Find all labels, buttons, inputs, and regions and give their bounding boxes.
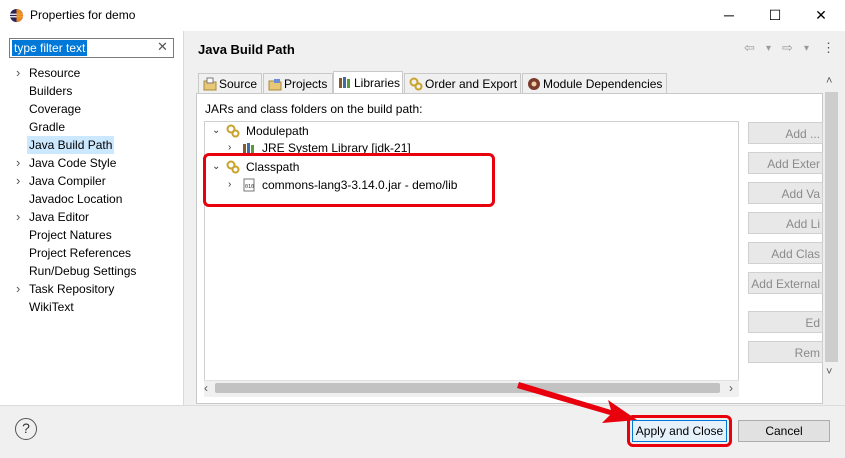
close-button[interactable]: ✕ [798,0,844,31]
libraries-icon [339,77,350,88]
nav-item[interactable]: Project Natures [0,226,182,244]
scroll-down-icon[interactable]: ˅ [826,366,832,378]
tree-row-modulepath[interactable]: ⌄ Modulepath [204,122,739,140]
module-icon [528,78,540,90]
nav-item-label: Task Repository [29,282,115,296]
back-arrow-icon[interactable]: ⇦ [744,40,755,56]
nav-item-label: Java Editor [29,210,90,224]
horizontal-scroll-thumb[interactable] [215,383,720,393]
nav-item[interactable]: Gradle [0,118,182,136]
source-folder-icon [203,77,217,91]
nav-item-label: Builders [29,84,73,98]
tab-projects-label: Projects [284,77,328,91]
nav-item-label: Run/Debug Settings [29,264,137,278]
build-path-description: JARs and class folders on the build path… [205,102,423,116]
add-external-jars-button[interactable]: Add Exter [748,152,823,174]
page-title: Java Build Path [198,42,295,57]
help-icon[interactable]: ? [15,418,37,440]
tab-module-dependencies-label: Module Dependencies [543,77,663,91]
nav-item[interactable]: Project References [0,244,182,262]
nav-item-label: Project References [29,246,132,260]
add-class-folder-button[interactable]: Add Clas [748,242,823,264]
tab-projects[interactable]: Projects [263,73,333,93]
nav-item[interactable]: Run/Debug Settings [0,262,182,280]
cancel-button[interactable]: Cancel [738,420,830,442]
back-dropdown-icon[interactable]: ▾ [766,43,771,54]
clear-filter-icon[interactable]: ✕ [157,39,168,55]
tab-libraries-label: Libraries [354,76,401,90]
nav-item-label: Java Code Style [29,156,117,170]
nav-item[interactable]: › Java Compiler [0,172,182,190]
nav-item[interactable]: WikiText [0,298,182,316]
nav-item-label: Gradle [29,120,66,134]
nav-item[interactable]: › Task Repository [0,280,182,298]
nav-item[interactable]: Javadoc Location [0,190,182,208]
nav-item-label: Project Natures [29,228,112,242]
add-variable-button[interactable]: Add Va [748,182,823,204]
expand-chevron-icon[interactable]: › [16,154,20,172]
classpath-highlight-box [203,153,495,207]
nav-item-label: Java Build Path [27,136,115,154]
forward-dropdown-icon[interactable]: ▾ [804,43,809,54]
minimize-button[interactable]: ─ [706,0,752,31]
add-external-class-folder-button[interactable]: Add External [748,272,823,294]
window-title: Properties for demo [30,8,136,22]
nav-item-label: WikiText [29,300,74,314]
scroll-left-icon[interactable]: ‹ [204,381,208,395]
collapse-chevron-icon[interactable]: ⌄ [212,122,220,140]
expand-chevron-icon[interactable]: › [16,64,20,82]
forward-arrow-icon[interactable]: ⇨ [782,40,793,56]
apply-and-close-highlight-box [627,415,732,447]
nav-item[interactable]: › Java Code Style [0,154,182,172]
filter-input-text[interactable]: type filter text [12,40,88,56]
expand-chevron-icon[interactable]: › [16,280,20,298]
nav-item[interactable]: › Resource [0,64,182,82]
vertical-scroll-thumb[interactable] [825,92,838,362]
order-export-icon [409,77,423,91]
tab-source-label: Source [219,77,258,91]
red-arrow-annotation [517,382,637,423]
maximize-button[interactable]: ☐ [752,0,798,31]
nav-item[interactable]: › Java Editor [0,208,182,226]
nav-item-label: Java Compiler [29,174,106,188]
nav-item[interactable]: Builders [0,82,182,100]
expand-chevron-icon[interactable]: › [16,172,20,190]
modulepath-label: Modulepath [246,124,309,138]
add-jars-button[interactable]: Add ... [748,122,823,144]
tab-module-dependencies[interactable]: Module Dependencies [522,73,667,93]
projects-folder-icon [268,79,282,91]
tab-order-and-export[interactable]: Order and Export [404,73,521,93]
tab-libraries[interactable]: Libraries [333,71,403,94]
eclipse-app-icon [9,8,24,23]
nav-item[interactable]: Java Build Path [0,136,182,154]
nav-item-label: Coverage [29,102,82,116]
expand-chevron-icon[interactable]: › [16,208,20,226]
scroll-right-icon[interactable]: › [729,381,733,395]
view-menu-icon[interactable]: ⋮ [822,40,835,56]
tab-order-and-export-label: Order and Export [425,77,518,91]
tab-source[interactable]: Source [198,73,262,93]
scroll-up-icon[interactable]: ˄ [826,75,832,87]
edit-button[interactable]: Ed [748,311,823,333]
classpath-container-icon [226,124,240,138]
add-library-button[interactable]: Add Li [748,212,823,234]
remove-button[interactable]: Rem [748,341,823,363]
nav-item-label: Javadoc Location [29,192,123,206]
nav-item[interactable]: Coverage [0,100,182,118]
nav-item-label: Resource [29,66,81,80]
